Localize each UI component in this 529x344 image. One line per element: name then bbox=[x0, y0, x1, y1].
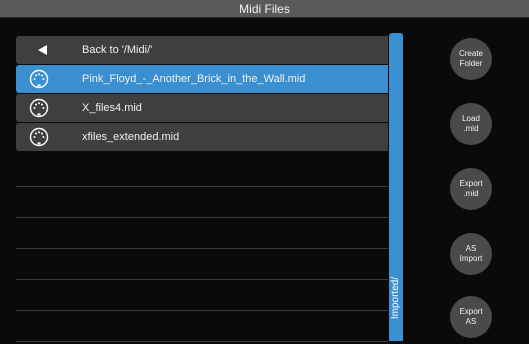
export-as-button[interactable]: Export AS bbox=[450, 296, 492, 338]
midi-connector-icon bbox=[29, 69, 49, 89]
back-label: Back to '/Midi/' bbox=[82, 44, 153, 56]
empty-row bbox=[16, 190, 388, 218]
load-mid-button[interactable]: Load .mid bbox=[450, 103, 492, 145]
create-folder-button[interactable]: Create Folder bbox=[450, 38, 492, 80]
as-import-button[interactable]: AS Import bbox=[450, 233, 492, 275]
midi-connector-icon bbox=[29, 127, 49, 147]
empty-row bbox=[16, 159, 388, 187]
back-arrow-icon bbox=[38, 45, 47, 55]
midi-connector-icon bbox=[29, 98, 49, 118]
empty-row bbox=[16, 252, 388, 280]
window-title: Midi Files bbox=[0, 0, 529, 18]
file-row-x-files4[interactable]: X_files4.mid bbox=[16, 94, 388, 122]
folder-tab-label: Imported/ bbox=[390, 276, 401, 320]
file-row-xfiles-extended[interactable]: xfiles_extended.mid bbox=[16, 123, 388, 151]
folder-tab[interactable]: Imported/ bbox=[389, 33, 403, 341]
empty-row bbox=[16, 314, 388, 342]
back-row[interactable]: Back to '/Midi/' bbox=[16, 36, 388, 64]
empty-row bbox=[16, 283, 388, 311]
file-name: xfiles_extended.mid bbox=[82, 131, 180, 143]
export-mid-button[interactable]: Export .mid bbox=[450, 168, 492, 210]
file-row-pink-floyd[interactable]: Pink_Floyd_-_Another_Brick_in_the_Wall.m… bbox=[16, 65, 388, 93]
file-list: Back to '/Midi/' Pink_Floyd_-_Another_Br… bbox=[16, 36, 388, 342]
file-name: X_files4.mid bbox=[82, 102, 142, 114]
file-name: Pink_Floyd_-_Another_Brick_in_the_Wall.m… bbox=[82, 73, 306, 85]
empty-row bbox=[16, 221, 388, 249]
